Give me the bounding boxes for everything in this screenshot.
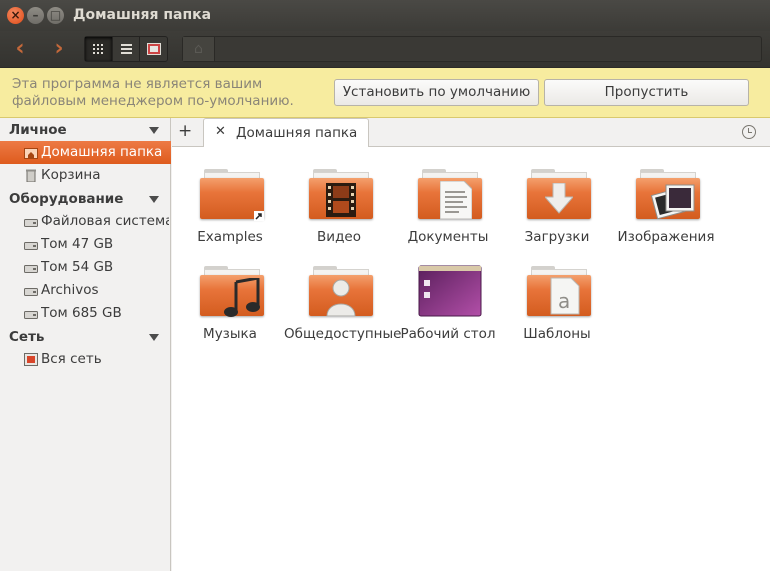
drive-icon [24,311,38,319]
infobar-message: Эта программа не является вашим файловым… [12,76,294,109]
compact-view-icon [146,43,161,55]
list-view-icon [120,44,132,54]
tab-label: Домашняя папка [236,125,358,141]
folder-public-icon [309,264,373,320]
folder-link-icon [200,167,264,223]
sidebar-item-volume-47[interactable]: Том 47 GB [0,233,171,256]
svg-text:a: a [558,289,570,313]
folder-pictures-icon [636,167,700,223]
folder-downloads-icon [527,167,591,223]
folder-templates-icon: a [527,264,591,320]
sidebar-item-filesystem[interactable]: Файловая система [0,210,171,233]
sidebar-item-label: Корзина [41,167,101,183]
path-bar[interactable]: ⌂ [182,36,762,62]
sidebar-item-label: Вся сеть [41,351,102,367]
sidebar-item-label: Том 685 GB [41,305,122,321]
new-tab-button[interactable]: + [178,121,192,141]
window-title: Домашняя папка [73,7,212,23]
sidebar: Личное Домашняя папка Корзина Оборудован… [0,118,171,571]
skip-button[interactable]: Пропустить [544,79,749,106]
sidebar-item-label: Том 47 GB [41,236,114,252]
file-label: Examples [197,229,263,245]
file-label: Изображения [617,229,715,245]
file-label: Общедоступные [284,326,402,342]
minimize-window-button[interactable]: – [27,7,44,24]
drive-icon [24,288,38,296]
set-default-button[interactable]: Установить по умолчанию [334,79,539,106]
trash-icon [26,169,36,182]
home-icon: ⌂ [194,41,203,57]
file-grid: Examples Видео Документы Загрузки Изобра… [172,147,770,571]
sidebar-item-archivos[interactable]: Archivos [0,279,171,302]
grid-view-icon [93,44,104,54]
recent-clock-icon[interactable] [742,125,756,139]
back-button[interactable]: ‹ [6,35,34,63]
sidebar-item-trash[interactable]: Корзина [0,164,171,187]
file-label: Рабочий стол [400,326,496,342]
collapse-personal-icon[interactable] [149,127,159,134]
sidebar-item-volume-685[interactable]: Том 685 GB [0,302,171,325]
sidebar-item-label: Домашняя папка [41,144,163,160]
folder-documents-icon [418,167,482,223]
toolbar: ‹ › ⌂ [0,31,770,68]
tab-bar: + ✕ Домашняя папка [172,118,770,148]
title-bar: × – □ Домашняя папка [0,0,770,31]
sidebar-section-network: Сеть [9,329,45,345]
folder-desktop-icon [418,264,482,320]
file-label: Музыка [203,326,257,342]
home-folder-icon [24,148,38,159]
file-label: Шаблоны [523,326,591,342]
file-manager-window: × – □ Домашняя папка ‹ › ⌂ Эта программа… [0,0,770,571]
sidebar-section-personal: Личное [9,122,67,138]
file-label: Видео [317,229,361,245]
sidebar-item-network[interactable]: Вся сеть [0,348,171,371]
close-tab-icon[interactable]: ✕ [215,124,226,139]
sidebar-item-label: Archivos [41,282,99,298]
sidebar-item-label: Файловая система [41,213,169,229]
sidebar-item-home[interactable]: Домашняя папка [0,141,171,164]
sidebar-item-label: Том 54 GB [41,259,114,275]
chevron-right-icon: › [54,36,64,61]
maximize-window-button[interactable]: □ [47,7,64,24]
file-label: Загрузки [524,229,590,245]
drive-icon [24,265,38,273]
view-switcher [84,36,168,62]
file-label: Документы [407,229,489,245]
network-icon [24,353,38,366]
forward-button[interactable]: › [45,35,73,63]
sidebar-item-volume-54[interactable]: Том 54 GB [0,256,171,279]
default-app-infobar: Эта программа не является вашим файловым… [0,68,770,118]
compact-view-button[interactable] [140,37,167,61]
collapse-network-icon[interactable] [149,334,159,341]
sidebar-section-hardware: Оборудование [9,191,124,207]
collapse-hardware-icon[interactable] [149,196,159,203]
path-home-button[interactable]: ⌂ [183,37,215,61]
drive-icon [24,242,38,250]
list-view-button[interactable] [113,37,141,61]
folder-music-icon [200,264,264,320]
close-window-button[interactable]: × [7,7,24,24]
tab-home[interactable]: ✕ Домашняя папка [203,118,369,148]
grid-view-button[interactable] [85,37,113,61]
drive-icon [24,219,38,227]
chevron-left-icon: ‹ [15,36,25,61]
folder-video-icon [309,167,373,223]
